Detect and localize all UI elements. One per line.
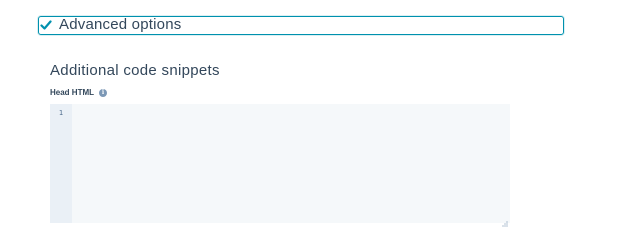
advanced-options-label: Advanced options bbox=[59, 16, 182, 33]
line-number-gutter: 1 bbox=[50, 104, 72, 223]
head-html-editor[interactable]: 1 bbox=[50, 104, 510, 227]
code-input[interactable] bbox=[72, 104, 510, 223]
line-number: 1 bbox=[58, 109, 64, 117]
head-html-label: Head HTML bbox=[50, 88, 94, 97]
section-title: Additional code snippets bbox=[50, 62, 220, 79]
advanced-options-toggle[interactable]: Advanced options bbox=[38, 16, 564, 35]
check-icon bbox=[39, 18, 53, 32]
page: Advanced options Additional code snippet… bbox=[0, 0, 633, 246]
resize-handle-icon[interactable] bbox=[501, 214, 508, 227]
info-icon[interactable]: i bbox=[99, 88, 107, 97]
head-html-label-row: Head HTML i bbox=[50, 88, 107, 97]
